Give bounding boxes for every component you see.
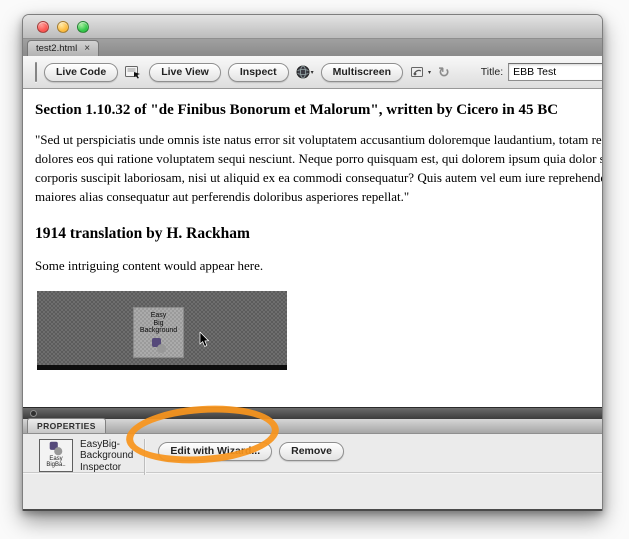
easy-big-background-plugin-icon [151,338,167,353]
properties-panel: Easy BigBa.. EasyBig- Background Inspect… [23,434,602,510]
placeholder-label-line: Big [134,320,183,328]
file-management-icon[interactable]: ▾ [410,65,431,79]
document-heading-2: 1914 translation by H. Rackham [35,225,602,243]
tab-close-icon[interactable]: × [84,43,90,54]
placeholder-label-line: Background [134,327,183,335]
panel-grip-icon[interactable] [30,410,37,417]
easy-big-background-placeholder[interactable]: Easy Big Background [133,307,184,358]
paragraph-line: corporis suscipit laboriosam, nisi ut al… [35,168,602,187]
easy-big-background-element[interactable]: Easy Big Background [37,291,287,370]
document-toolbar: Code Split Design Live Code Live View In… [23,56,602,89]
paragraph-line: "Sed ut perspiciatis unde omnis iste nat… [35,130,602,149]
preview-in-browser-globe-icon[interactable]: ▾ [296,65,314,79]
refresh-design-view-icon[interactable]: ↻ [438,64,450,81]
live-view-button[interactable]: Live View [149,63,221,82]
minimize-window-icon[interactable] [57,21,69,33]
mouse-cursor-icon [199,332,210,353]
placeholder-label-line: Easy [134,312,183,320]
panel-tab-strip: PROPERTIES [23,419,602,434]
document-paragraph-2: Some intriguing content would appear her… [35,258,602,274]
caret-down-icon: ▾ [428,69,431,76]
view-mode-segment: Code Split Design [35,62,37,82]
tab-test2-html[interactable]: test2.html × [27,40,99,56]
zoom-window-icon[interactable] [77,21,89,33]
dreamweaver-document-window: test2.html × Code Split Design Live Code… [22,14,603,511]
paragraph-line: dolores eos qui ratione voluptatem sequi… [35,149,602,168]
document-paragraph: "Sed ut perspiciatis unde omnis iste nat… [35,130,602,206]
title-label: Title: [481,66,503,78]
live-code-button[interactable]: Live Code [44,63,118,82]
design-view[interactable]: Section 1.10.32 of "de Finibus Bonorum e… [23,89,602,407]
inspect-button[interactable]: Inspect [228,63,289,82]
document-title-input[interactable] [508,63,602,81]
window-titlebar [23,15,602,39]
multiscreen-button[interactable]: Multiscreen [321,63,403,82]
code-view-button[interactable]: Code [36,63,37,81]
vertical-separator [144,439,145,475]
check-browser-compatibility-icon[interactable] [125,65,142,79]
properties-row: Easy BigBa.. EasyBig- Background Inspect… [23,434,602,473]
paragraph-line: maiores alias consequatur aut perferendi… [35,187,602,206]
inspector-thumbnail-icon: Easy BigBa.. [39,439,73,472]
document-heading-1: Section 1.10.32 of "de Finibus Bonorum e… [35,102,602,119]
document-tabbar: test2.html × [23,39,602,56]
document-title-group: Title: [481,63,602,81]
easy-big-background-plugin-icon [49,441,63,455]
properties-buttons: Edit with Wizard... Remove [158,442,344,461]
remove-button[interactable]: Remove [279,442,344,461]
close-window-icon[interactable] [37,21,49,33]
inspector-name: EasyBig- Background Inspector [80,439,133,474]
edit-with-wizard-button[interactable]: Edit with Wizard... [158,442,272,461]
tab-title: test2.html [36,43,77,54]
screenshot-stage: test2.html × Code Split Design Live Code… [0,0,629,539]
caret-down-icon: ▾ [311,69,314,76]
panel-divider-bar[interactable] [23,407,602,419]
inspector-icon-caption: BigBa.. [46,462,65,469]
tab-properties[interactable]: PROPERTIES [27,418,106,433]
